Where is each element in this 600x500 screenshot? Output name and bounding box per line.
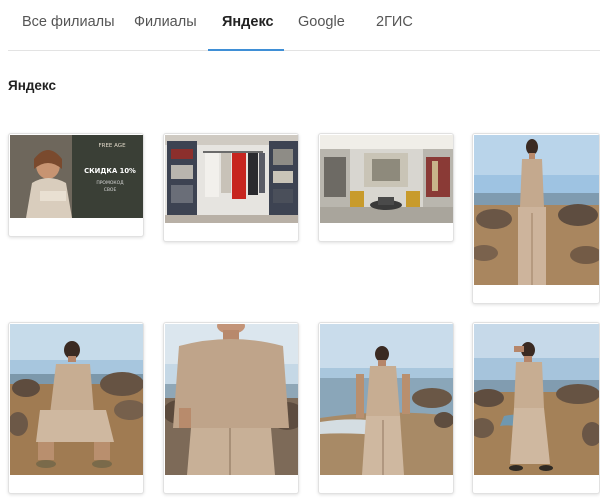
photo-promo-banner[interactable]: FREE AGE СКИДКА 10% ПРОМОКОД СВОЕ bbox=[8, 133, 144, 237]
tab-branches[interactable]: Филиалы bbox=[134, 14, 197, 30]
banner-brand: FREE AGE bbox=[98, 143, 126, 149]
branch-tabs: Все филиалы Филиалы Яндекс Google 2ГИС bbox=[8, 0, 600, 51]
photo-model-closeup[interactable] bbox=[163, 322, 299, 494]
banner-headline: СКИДКА 10% bbox=[84, 167, 136, 175]
tab-yandex[interactable]: Яндекс bbox=[222, 14, 274, 30]
photo-model-shore-walk[interactable] bbox=[318, 322, 454, 494]
banner-line2: СВОЕ bbox=[104, 187, 117, 193]
banner-line1: ПРОМОКОД bbox=[96, 180, 124, 186]
model-closeup-image bbox=[165, 324, 298, 475]
tab-google[interactable]: Google bbox=[298, 14, 345, 30]
store-hall-image bbox=[320, 135, 453, 223]
model-seaside-sitting-image bbox=[10, 324, 143, 475]
section-title: Яндекс bbox=[8, 78, 57, 93]
photo-store-hall[interactable] bbox=[318, 133, 454, 242]
photo-model-seaside-sitting[interactable] bbox=[8, 322, 144, 494]
photo-model-seaside-standing[interactable] bbox=[472, 133, 600, 304]
tab-all-branches[interactable]: Все филиалы bbox=[22, 14, 115, 30]
promo-banner-image: FREE AGE СКИДКА 10% ПРОМОКОД СВОЕ bbox=[10, 135, 143, 218]
photo-store-rack[interactable] bbox=[163, 133, 299, 242]
tab-2gis[interactable]: 2ГИС bbox=[376, 14, 413, 30]
model-seaside-standing-image bbox=[474, 135, 599, 285]
store-rack-image bbox=[165, 135, 298, 223]
model-shore-walk-image bbox=[320, 324, 453, 475]
photo-model-rocks[interactable] bbox=[472, 322, 600, 494]
model-rocks-image bbox=[474, 324, 599, 475]
active-tab-indicator bbox=[208, 49, 284, 51]
